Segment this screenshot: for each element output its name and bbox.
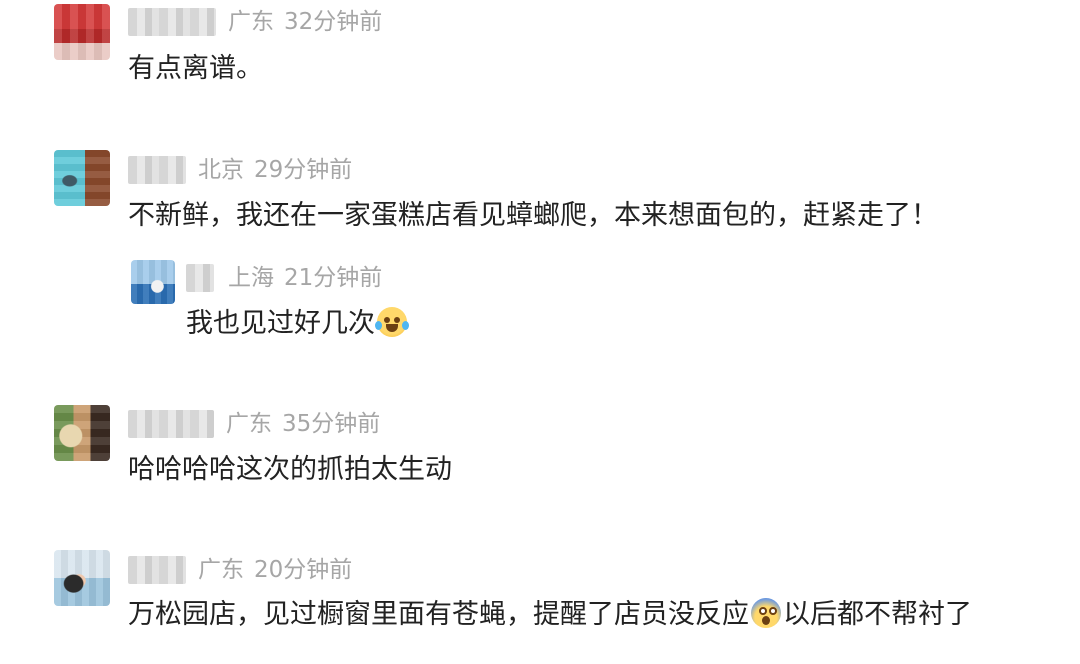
reply-avatar[interactable] [131, 260, 175, 304]
username-blurred[interactable] [128, 556, 186, 584]
location-label: 广东 [198, 557, 244, 583]
reply-text: 我也见过好几次 [186, 307, 409, 341]
comment-text: 有点离谱。 [128, 53, 263, 84]
username-blurred[interactable] [128, 156, 186, 184]
username-blurred[interactable] [128, 8, 216, 36]
location-label: 广东 [226, 411, 272, 437]
reply-text-content: 我也见过好几次 [186, 308, 375, 339]
timestamp: 29分钟前 [254, 157, 353, 183]
avatar[interactable] [54, 150, 110, 206]
comment-meta: 广东 32分钟前 [228, 8, 382, 36]
comment-text: 万松园店，见过橱窗里面有苍蝇，提醒了店员没反应 以后都不帮衬了 [128, 598, 972, 632]
reply-username-blurred[interactable] [186, 264, 214, 292]
timestamp: 20分钟前 [254, 557, 353, 583]
face-with-tears-of-joy-icon [375, 307, 409, 337]
location-label: 广东 [228, 9, 274, 35]
comment-text: 不新鲜，我还在一家蛋糕店看见蟑螂爬，本来想面包的，赶紧走了！ [128, 200, 938, 231]
comment-text: 哈哈哈哈这次的抓拍太生动 [128, 454, 452, 485]
location-label: 北京 [198, 157, 244, 183]
comment-meta: 广东 35分钟前 [226, 410, 380, 438]
avatar[interactable] [54, 550, 110, 606]
username-blurred[interactable] [128, 410, 214, 438]
location-label: 上海 [228, 265, 274, 291]
timestamp: 35分钟前 [282, 411, 381, 437]
avatar[interactable] [54, 4, 110, 60]
reply-meta: 上海 21分钟前 [228, 264, 382, 292]
comment-meta: 广东 20分钟前 [198, 556, 352, 584]
avatar[interactable] [54, 405, 110, 461]
comment-text-before: 万松园店，见过橱窗里面有苍蝇，提醒了店员没反应 [128, 599, 749, 630]
fearful-face-icon [751, 598, 781, 628]
timestamp: 21分钟前 [284, 265, 383, 291]
timestamp: 32分钟前 [284, 9, 383, 35]
comment-text-after: 以后都不帮衬了 [783, 599, 972, 630]
comment-meta: 北京 29分钟前 [198, 156, 352, 184]
